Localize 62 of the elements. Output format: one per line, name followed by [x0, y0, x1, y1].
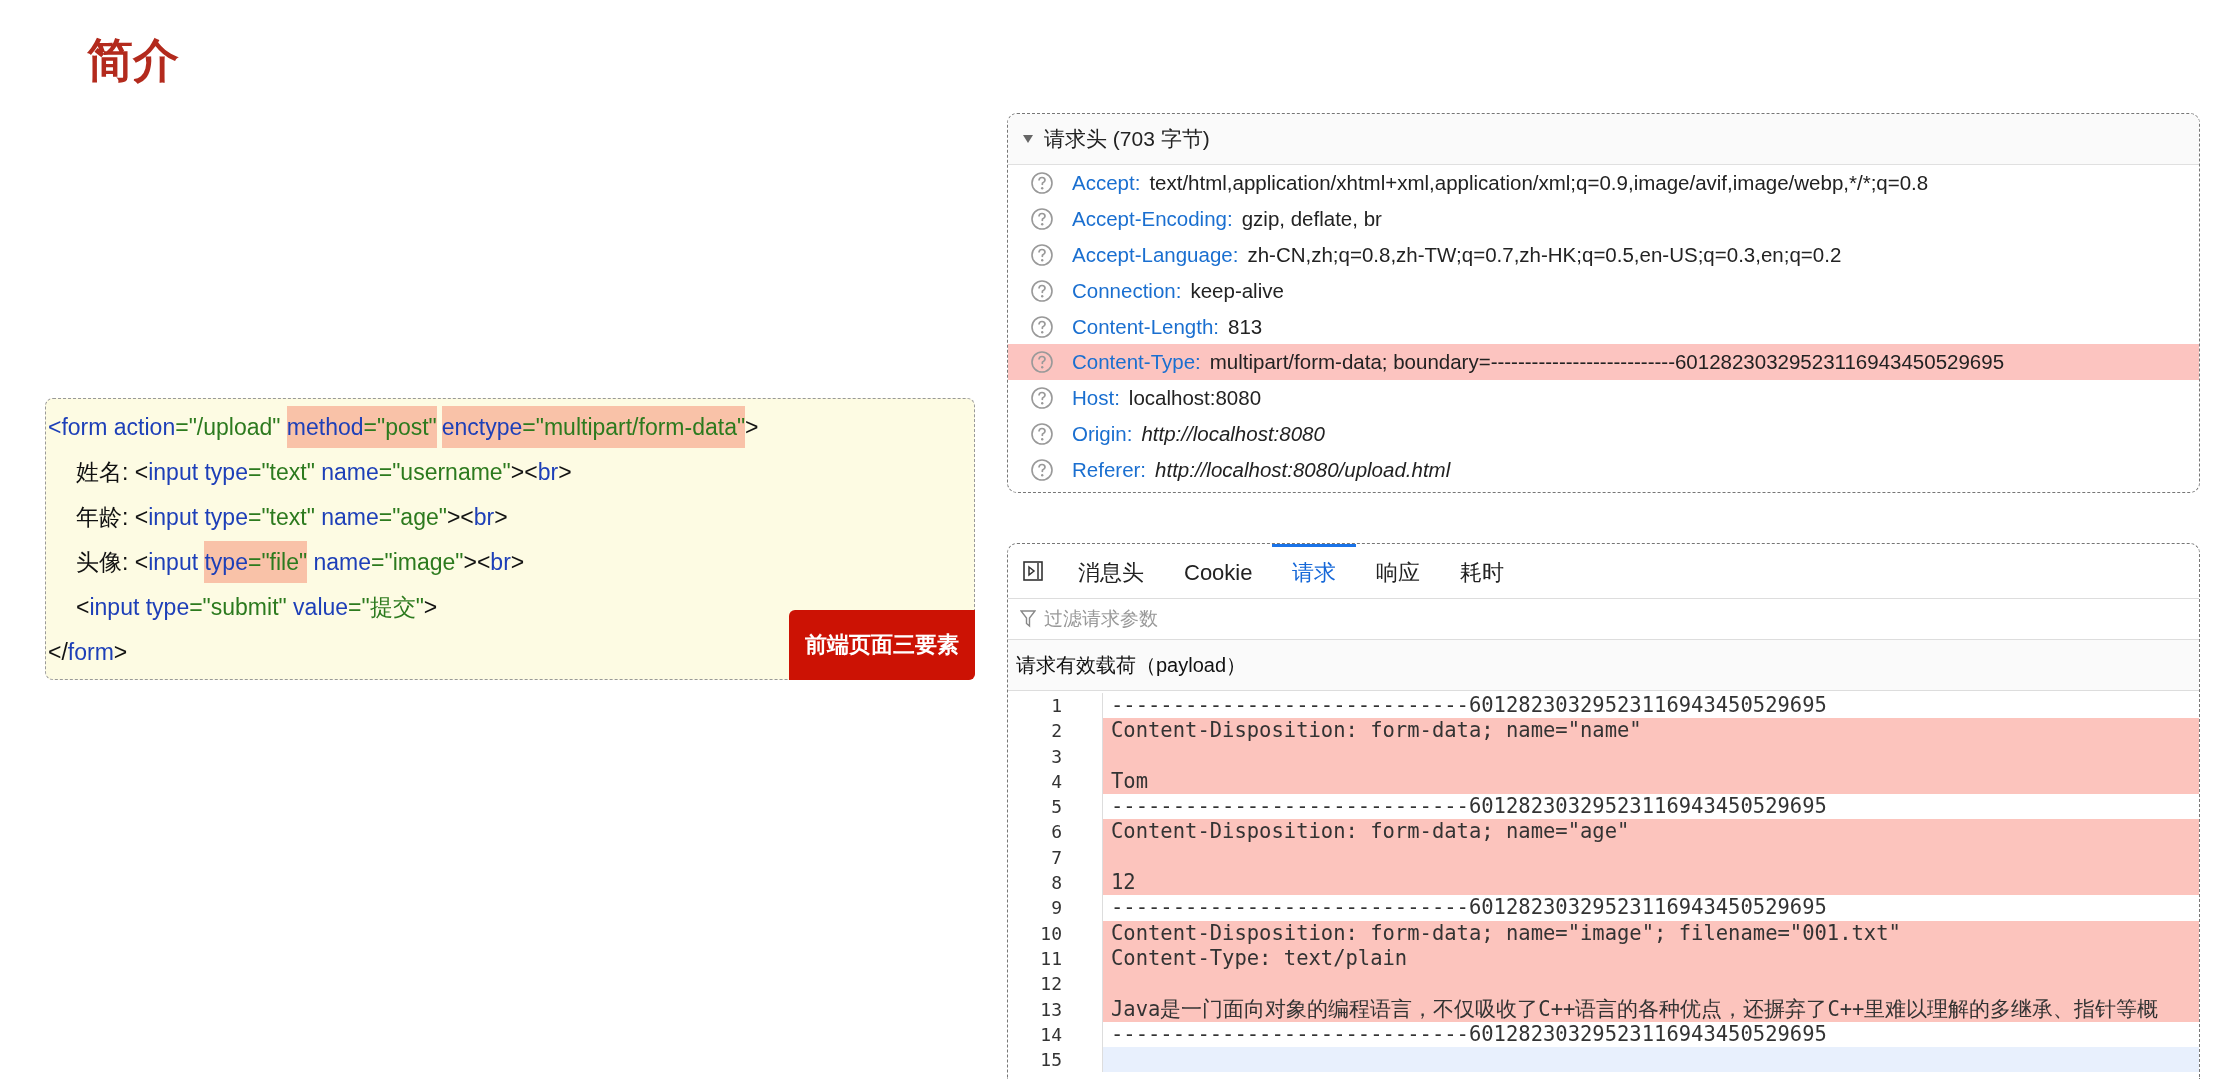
code-line: <form action="/upload" method="post" enctype="multipart/form-data">	[48, 405, 759, 450]
help-icon[interactable]	[1030, 206, 1054, 231]
code-line: <input type="submit" value="提交">	[75, 593, 438, 622]
help-icon[interactable]	[1030, 350, 1054, 375]
header-name: Connection:	[1072, 278, 1182, 303]
header-value: localhost:8080	[1128, 386, 1262, 411]
tab[interactable]: 请求	[1272, 544, 1357, 598]
line-number: 5	[1050, 795, 1062, 820]
help-icon[interactable]	[1030, 278, 1054, 303]
line-number: 2	[1050, 719, 1062, 744]
line-number: 9	[1050, 896, 1062, 921]
line-number: 7	[1050, 845, 1062, 870]
header-value: multipart/form-data; boundary=---------------------------60128230329523116943450529695	[1209, 350, 2005, 375]
line-number: 14	[1039, 1022, 1062, 1047]
header-name: Content-Type:	[1072, 350, 1201, 375]
section-heading: 请求头 (703 字节)	[1044, 126, 1210, 152]
tab[interactable]: 耗时	[1440, 544, 1525, 598]
line-number: 11	[1039, 946, 1062, 971]
header-value: 813	[1228, 314, 1263, 339]
line-number: 1	[1050, 694, 1062, 718]
help-icon[interactable]	[1030, 170, 1054, 195]
header-name: Accept:	[1072, 170, 1141, 195]
line-number: 13	[1039, 997, 1062, 1022]
code-line: 年龄: <input type="text" name="age"><br>	[75, 503, 508, 532]
filter-icon	[1020, 610, 1036, 628]
payload-heading: 请求有效载荷（payload）	[1008, 640, 2199, 691]
help-icon[interactable]	[1030, 242, 1054, 267]
header-name: Origin:	[1072, 422, 1133, 447]
payload-line: -----------------------------60128230329523116943450529695	[1102, 895, 2199, 921]
help-icon[interactable]	[1030, 458, 1054, 483]
line-number: 15	[1039, 1048, 1062, 1073]
code-line: 头像: <input type="file" name="image"><br>	[48, 540, 525, 585]
caption-badge: 前端页面三要素	[789, 610, 975, 680]
disclosure-triangle-icon[interactable]	[1022, 134, 1034, 144]
line-number: 12	[1039, 972, 1062, 997]
line-number: 10	[1039, 921, 1062, 946]
header-name: Accept-Encoding:	[1072, 206, 1233, 231]
code-line: </form>	[48, 638, 128, 667]
header-value: zh-CN,zh;q=0.8,zh-TW;q=0.7,zh-HK;q=0.5,en-US;q=0.3,en;q=0.2	[1247, 242, 1842, 267]
header-value: keep-alive	[1190, 278, 1284, 303]
header-name: Referer:	[1072, 458, 1147, 483]
header-name: Content-Length:	[1072, 314, 1220, 339]
header-value: http://localhost:8080/upload.html	[1155, 458, 1451, 483]
help-icon[interactable]	[1030, 386, 1054, 411]
header-value: gzip, deflate, br	[1241, 206, 1382, 231]
code-line: 姓名: <input type="text" name="username"><br>	[75, 458, 572, 487]
header-name: Accept-Language:	[1072, 242, 1239, 267]
line-number: 4	[1050, 769, 1062, 794]
header-value: http://localhost:8080	[1141, 422, 1325, 447]
tab[interactable]: 响应	[1356, 544, 1441, 598]
line-number: 3	[1050, 744, 1062, 769]
line-number: 6	[1050, 820, 1062, 845]
help-icon[interactable]	[1030, 422, 1054, 447]
panel-toggle-icon[interactable]	[1022, 560, 1044, 582]
header-name: Host:	[1072, 386, 1120, 411]
header-value: text/html,application/xhtml+xml,application/xml;q=0.9,image/avif,image/webp,*/*;q=0.8	[1149, 170, 1929, 195]
tab[interactable]: 消息头	[1058, 544, 1164, 598]
filter-field[interactable]: 过滤请求参数	[1042, 607, 2199, 631]
help-icon[interactable]	[1030, 314, 1054, 339]
tab[interactable]: Cookie	[1164, 544, 1273, 598]
slide-title: 简介	[87, 33, 179, 88]
line-number: 8	[1050, 871, 1062, 896]
